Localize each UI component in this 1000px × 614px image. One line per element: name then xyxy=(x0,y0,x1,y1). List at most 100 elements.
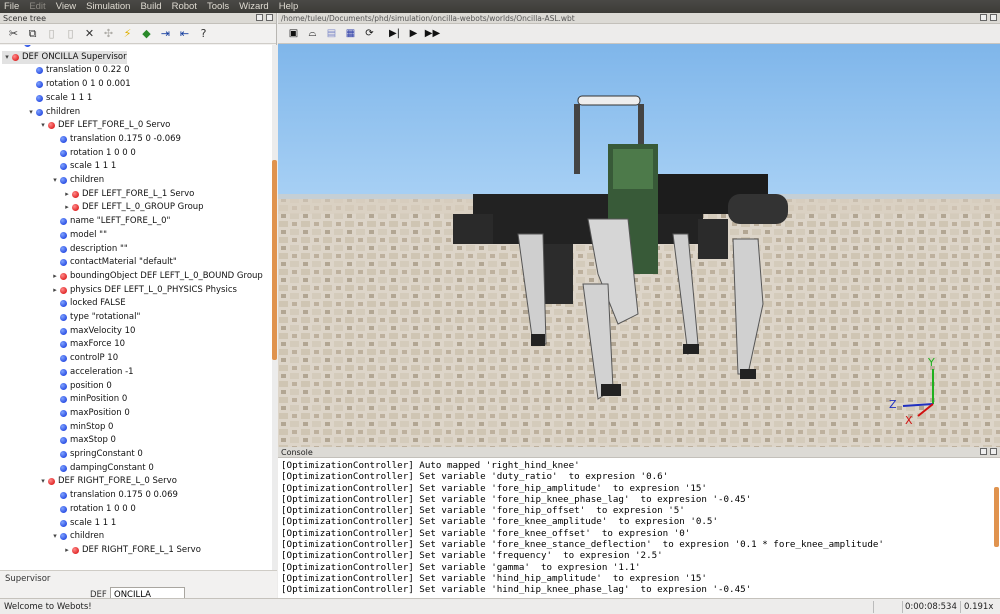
tree-node[interactable]: description "" xyxy=(50,243,128,256)
expanded-arrow-icon[interactable]: ▾ xyxy=(38,119,48,132)
float-button[interactable] xyxy=(256,14,263,21)
float-button[interactable] xyxy=(980,448,987,455)
tree-node[interactable]: dampingConstant 0 xyxy=(50,462,154,475)
tree-node[interactable]: scale 1 1 1 xyxy=(50,160,116,173)
node-icon xyxy=(48,478,55,486)
tree-node[interactable]: ▸ DEF LEFT_FORE_L_1 Servo xyxy=(62,188,194,201)
field-icon xyxy=(24,45,31,47)
menu-wizard[interactable]: Wizard xyxy=(239,0,269,13)
tree-node[interactable]: maxStop 0 xyxy=(50,434,116,447)
expanded-arrow-icon[interactable]: ▾ xyxy=(2,51,12,64)
collapsed-arrow-icon[interactable]: ▸ xyxy=(50,270,60,283)
collapsed-arrow-icon[interactable]: ▸ xyxy=(62,188,72,201)
tree-node[interactable]: maxVelocity 10 xyxy=(50,325,135,338)
console-scrollbar[interactable] xyxy=(994,487,999,547)
collapsed-arrow-icon[interactable]: ▸ xyxy=(62,201,72,214)
new-world-icon[interactable]: ▣ xyxy=(284,25,303,43)
paste-after-icon[interactable]: ▯ xyxy=(61,25,80,43)
tree-node[interactable]: ▾ DEF LEFT_FORE_L_0 Servo xyxy=(38,119,170,132)
run-icon[interactable]: ▶ xyxy=(404,25,423,43)
save-world-icon[interactable]: ▤ xyxy=(322,25,341,43)
export-icon[interactable]: ⇤ xyxy=(175,25,194,43)
import-icon[interactable]: ⇥ xyxy=(156,25,175,43)
float-button[interactable] xyxy=(980,14,987,21)
tree-node[interactable]: contactMaterial "default" xyxy=(50,256,177,269)
expanded-arrow-icon[interactable]: ▾ xyxy=(26,106,36,119)
tree-node[interactable]: translation 0.175 0 0.069 xyxy=(50,489,178,502)
close-button[interactable] xyxy=(990,448,997,455)
open-world-icon[interactable]: ⌓ xyxy=(303,25,322,43)
tree-node[interactable]: ▸ DEF LEFT_L_0_GROUP Group xyxy=(62,201,203,214)
tree-node[interactable]: ▾ children xyxy=(26,106,80,119)
tree-node[interactable]: ▾ DEF ONCILLA Supervisor xyxy=(2,50,127,64)
menu-edit[interactable]: Edit xyxy=(29,0,45,13)
simulation-toolbar: ▣ ⌓ ▤ ▦ ⟳ ▶| ▶ ▶▶ xyxy=(278,24,1000,44)
tree-node[interactable]: ▸ DEF RIGHT_FORE_L_1 Servo xyxy=(62,544,201,557)
collapsed-arrow-icon[interactable]: ▸ xyxy=(50,284,60,297)
tree-node[interactable]: scale 1 1 1 xyxy=(26,92,92,105)
tree-node[interactable]: springConstant 0 xyxy=(50,448,143,461)
menu-build[interactable]: Build xyxy=(140,0,161,13)
tree-node[interactable]: minStop 0 xyxy=(50,421,113,434)
tree-node[interactable]: type "rotational" xyxy=(50,311,140,324)
save-as-icon[interactable]: ▦ xyxy=(341,25,360,43)
tree-node[interactable]: ▸ physics DEF LEFT_L_0_PHYSICS Physics xyxy=(50,284,237,297)
scene-tree-header: Scene tree xyxy=(0,13,276,24)
menu-robot[interactable]: Robot xyxy=(172,0,197,13)
menu-view[interactable]: View xyxy=(56,0,76,13)
tree-node[interactable]: ▾ children xyxy=(50,530,104,543)
help-icon[interactable]: ? xyxy=(194,25,213,43)
tree-node[interactable]: ▾ DEF RIGHT_FORE_L_0 Servo xyxy=(38,475,177,488)
add-node-icon[interactable]: ◆ xyxy=(137,25,156,43)
close-button[interactable] xyxy=(266,14,273,21)
tree-node[interactable]: ▸ boundingObject DEF LEFT_L_0_BOUND Group xyxy=(50,270,263,283)
delete-icon[interactable]: ✕ xyxy=(80,25,99,43)
scene-tree-scrollbar[interactable] xyxy=(272,45,277,570)
tree-node-label: children xyxy=(46,106,81,117)
close-button[interactable] xyxy=(990,14,997,21)
collapsed-arrow-icon[interactable]: ▸ xyxy=(62,544,72,557)
expanded-arrow-icon[interactable]: ▾ xyxy=(50,174,60,187)
step-icon[interactable]: ▶| xyxy=(385,25,404,43)
status-message: Welcome to Webots! xyxy=(4,602,92,612)
console-line: [OptimizationController] Set variable 'f… xyxy=(281,516,718,528)
expanded-arrow-icon[interactable]: ▾ xyxy=(50,530,60,543)
menu-file[interactable]: File xyxy=(4,0,19,13)
tree-node[interactable]: name "LEFT_FORE_L_0" xyxy=(50,215,170,228)
expanded-arrow-icon[interactable]: ▾ xyxy=(38,475,48,488)
tree-node[interactable]: locked FALSE xyxy=(50,297,126,310)
tree-node[interactable]: model "" xyxy=(50,229,107,242)
tree-node[interactable]: rotation 0 1 0 0.001 xyxy=(26,78,131,91)
paste-icon[interactable]: ▯ xyxy=(42,25,61,43)
tree-node[interactable]: rotation 1 0 0 0 xyxy=(50,147,136,160)
tree-node[interactable]: maxForce 10 xyxy=(50,338,125,351)
tree-node[interactable]: minPosition 0 xyxy=(50,393,127,406)
console-output[interactable]: [OptimizationController] Auto mapped 'ri… xyxy=(281,460,991,596)
copy-icon[interactable]: ⧉ xyxy=(23,25,42,43)
menu-help[interactable]: Help xyxy=(279,0,299,13)
tree-node[interactable]: acceleration -1 xyxy=(50,366,134,379)
revert-icon[interactable]: ⟳ xyxy=(360,25,379,43)
tree-node[interactable]: translation 0.175 0 -0.069 xyxy=(50,133,181,146)
tree-node[interactable]: ▾ children xyxy=(50,174,104,187)
tree-node[interactable]: translation 0 0.22 0 xyxy=(26,64,130,77)
tree-node[interactable]: position 0 xyxy=(50,380,112,393)
field-icon xyxy=(60,368,67,376)
tree-node[interactable]: controlP 10 xyxy=(50,352,118,365)
lightning-icon[interactable]: ⚡ xyxy=(118,25,137,43)
tree-node[interactable]: maxPosition 0 xyxy=(50,407,130,420)
scene-tree-panel: Scene tree ✂ ⧉ ▯ ▯ ✕ ✣ ⚡ ◆ ⇥ ⇤ ? castSha… xyxy=(0,13,277,611)
tree-node[interactable]: castShadows TRUE xyxy=(14,45,115,50)
field-icon xyxy=(60,300,67,308)
tree-node-label: DEF LEFT_FORE_L_0 Servo xyxy=(58,120,171,131)
fast-icon[interactable]: ▶▶ xyxy=(423,25,442,43)
field-icon xyxy=(60,245,67,253)
console-line: [OptimizationController] Set variable 'f… xyxy=(281,550,663,562)
menu-simulation[interactable]: Simulation xyxy=(86,0,130,13)
menu-tools[interactable]: Tools xyxy=(207,0,229,13)
3d-viewport[interactable]: Y Z X xyxy=(278,44,1000,447)
tree-node[interactable]: rotation 1 0 0 0 xyxy=(50,503,136,516)
tree-node[interactable]: scale 1 1 1 xyxy=(50,517,116,530)
move-icon[interactable]: ✣ xyxy=(99,25,118,43)
cut-icon[interactable]: ✂ xyxy=(4,25,23,43)
